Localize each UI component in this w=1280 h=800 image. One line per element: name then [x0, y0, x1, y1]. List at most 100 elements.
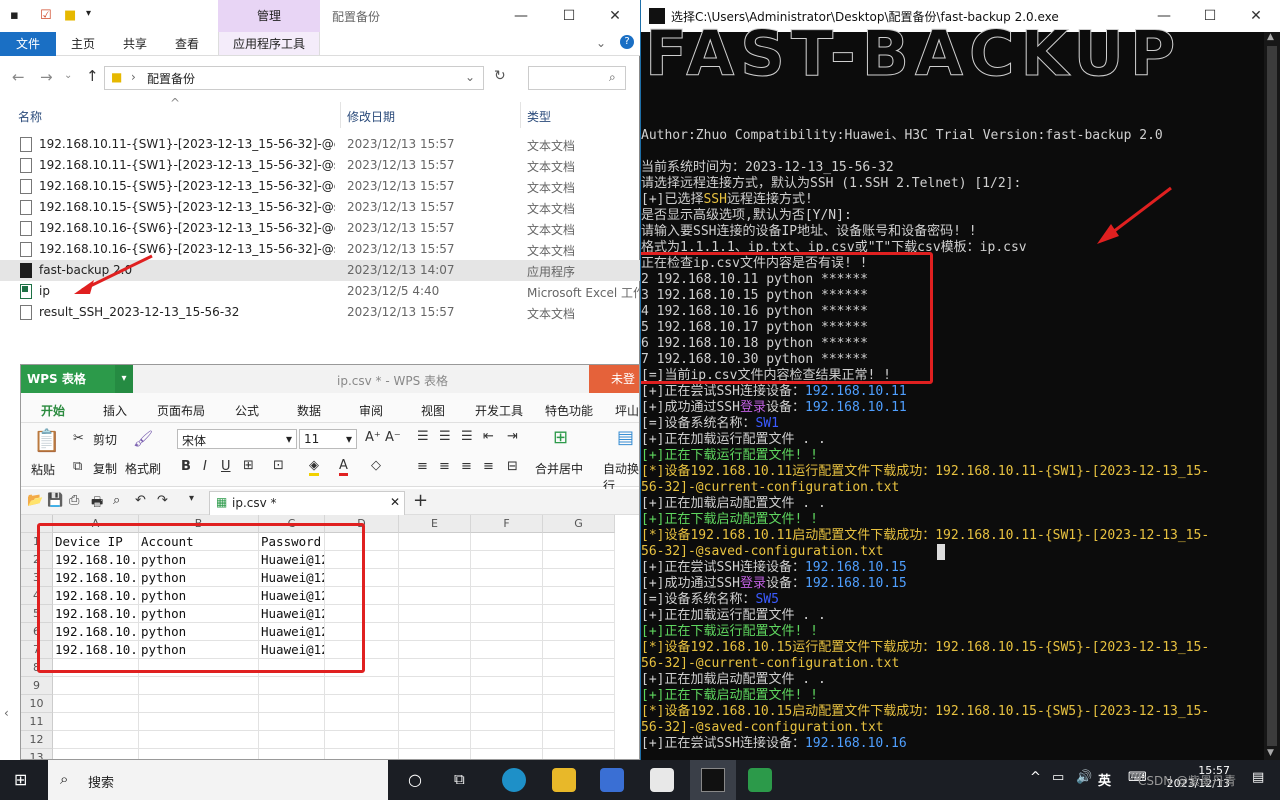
volume-icon[interactable]: 🔊	[1076, 770, 1092, 785]
table-cell[interactable]	[259, 731, 325, 749]
collapse-ribbon-icon[interactable]: ⌄	[596, 36, 606, 50]
column-header[interactable]: E	[399, 515, 471, 533]
file-explorer-icon[interactable]	[552, 768, 576, 792]
row-header[interactable]: 10	[21, 695, 53, 713]
scroll-up-icon[interactable]: ▲	[1267, 32, 1274, 42]
table-cell[interactable]	[139, 677, 259, 695]
merge-border-icon[interactable]: ⊡	[273, 458, 284, 473]
cut-icon[interactable]: ✂	[73, 431, 84, 446]
close-icon[interactable]: ✕	[592, 0, 638, 32]
align-center-icon[interactable]: ≡	[439, 459, 450, 474]
format-painter-icon[interactable]: 🖌	[133, 429, 153, 448]
taskbar-search-box[interactable]: ⌕ 搜索	[48, 760, 388, 800]
file-row[interactable]: 192.168.10.11-{SW1}-[2023-12-13_15-56-32…	[0, 155, 640, 176]
tab-home[interactable]: 主页	[60, 32, 106, 56]
open-icon[interactable]: 📂	[27, 493, 43, 508]
column-divider[interactable]	[340, 102, 341, 128]
address-bar[interactable]: ■ › 配置备份 ⌄	[104, 66, 484, 90]
underline-icon[interactable]: U	[221, 459, 231, 474]
font-size-select[interactable]: 11 ▾	[299, 429, 357, 449]
help-icon[interactable]: ?	[620, 35, 634, 49]
doc-tab-ip-csv[interactable]: ▦ ip.csv * ✕	[209, 491, 405, 515]
customize-toolbar-icon[interactable]: ▾	[86, 8, 91, 19]
align-middle-icon[interactable]: ☰	[439, 429, 451, 444]
column-date[interactable]: 修改日期	[347, 108, 395, 125]
table-cell[interactable]	[543, 623, 615, 641]
start-icon[interactable]: ⊞	[14, 770, 27, 789]
menu-formula[interactable]: 公式	[235, 402, 259, 419]
table-cell[interactable]	[399, 731, 471, 749]
align-right-icon[interactable]: ≡	[461, 459, 472, 474]
table-cell[interactable]	[471, 605, 543, 623]
table-cell[interactable]	[399, 623, 471, 641]
merge-center-label[interactable]: 合并居中	[535, 460, 583, 477]
paste-icon[interactable]: 📋	[33, 429, 60, 454]
table-cell[interactable]	[543, 695, 615, 713]
console-taskbar-button[interactable]	[690, 760, 736, 800]
table-cell[interactable]	[259, 713, 325, 731]
chevron-down-icon[interactable]: ⌄	[465, 70, 475, 84]
file-row[interactable]: result_SSH_2023-12-13_15-56-32 2023/12/13…	[0, 302, 640, 323]
quick-access-icon[interactable]: ▪	[10, 8, 19, 23]
scroll-left-icon[interactable]: ‹	[4, 706, 9, 720]
search-input[interactable]: ⌕	[528, 66, 626, 90]
decrease-font-icon[interactable]: A⁻	[385, 430, 401, 445]
table-cell[interactable]	[53, 731, 139, 749]
new-tab-icon[interactable]: +	[413, 490, 428, 511]
merge-center-icon[interactable]: ⊞	[553, 427, 568, 448]
up-icon[interactable]: ↑	[86, 67, 99, 85]
notification-icon[interactable]: ▤	[1252, 770, 1264, 785]
table-cell[interactable]	[543, 749, 615, 759]
table-cell[interactable]	[543, 713, 615, 731]
clear-format-icon[interactable]: ◇	[371, 458, 381, 473]
table-cell[interactable]	[471, 623, 543, 641]
tab-app-tools[interactable]: 应用程序工具	[218, 32, 320, 56]
file-row[interactable]: 192.168.10.15-{SW5}-[2023-12-13_15-56-32…	[0, 197, 640, 218]
table-cell[interactable]	[259, 749, 325, 759]
forward-icon[interactable]: →	[40, 68, 53, 86]
edge-icon[interactable]	[502, 768, 526, 792]
table-cell[interactable]	[325, 749, 399, 759]
table-cell[interactable]	[543, 641, 615, 659]
column-header[interactable]: F	[471, 515, 543, 533]
ime-indicator[interactable]: 英	[1098, 770, 1111, 789]
increase-font-icon[interactable]: A⁺	[365, 430, 381, 445]
distribute-icon[interactable]: ⊟	[507, 459, 518, 474]
font-color-icon[interactable]: A	[339, 458, 348, 476]
align-left-icon[interactable]: ≡	[417, 459, 428, 474]
login-button[interactable]: 未登	[589, 365, 639, 393]
wps-taskbar-icon[interactable]	[748, 768, 772, 792]
cortana-icon[interactable]: ○	[408, 770, 422, 789]
table-cell[interactable]	[53, 695, 139, 713]
minimize-icon[interactable]: —	[498, 0, 544, 32]
wps-menu-dropdown-icon[interactable]: ▾	[115, 365, 133, 393]
fill-color-icon[interactable]: ◈	[309, 458, 319, 476]
table-cell[interactable]	[471, 695, 543, 713]
table-cell[interactable]	[471, 731, 543, 749]
table-cell[interactable]	[139, 695, 259, 713]
table-cell[interactable]	[399, 659, 471, 677]
menu-insert[interactable]: 插入	[103, 402, 127, 419]
maximize-icon[interactable]: ☐	[546, 0, 592, 32]
manage-context-tab[interactable]: 管理	[218, 0, 320, 32]
show-hidden-icon[interactable]: ^	[1030, 770, 1041, 785]
copy-label[interactable]: 复制	[93, 460, 117, 477]
align-top-icon[interactable]: ☰	[417, 429, 429, 444]
table-cell[interactable]	[543, 551, 615, 569]
table-cell[interactable]	[53, 749, 139, 759]
table-cell[interactable]	[399, 695, 471, 713]
task-view-icon[interactable]: ⧉	[454, 770, 465, 788]
table-cell[interactable]	[471, 551, 543, 569]
wrap-text-icon[interactable]: ▤	[617, 427, 634, 448]
tab-share[interactable]: 共享	[112, 32, 158, 56]
table-cell[interactable]	[325, 731, 399, 749]
table-cell[interactable]	[471, 749, 543, 759]
menu-review[interactable]: 审阅	[359, 402, 383, 419]
maximize-icon[interactable]: ☐	[1187, 0, 1233, 32]
undo-icon[interactable]: ↶	[135, 493, 146, 508]
table-cell[interactable]	[471, 641, 543, 659]
table-cell[interactable]	[399, 749, 471, 759]
menu-view[interactable]: 视图	[421, 402, 445, 419]
table-cell[interactable]	[399, 587, 471, 605]
column-divider[interactable]	[520, 102, 521, 128]
